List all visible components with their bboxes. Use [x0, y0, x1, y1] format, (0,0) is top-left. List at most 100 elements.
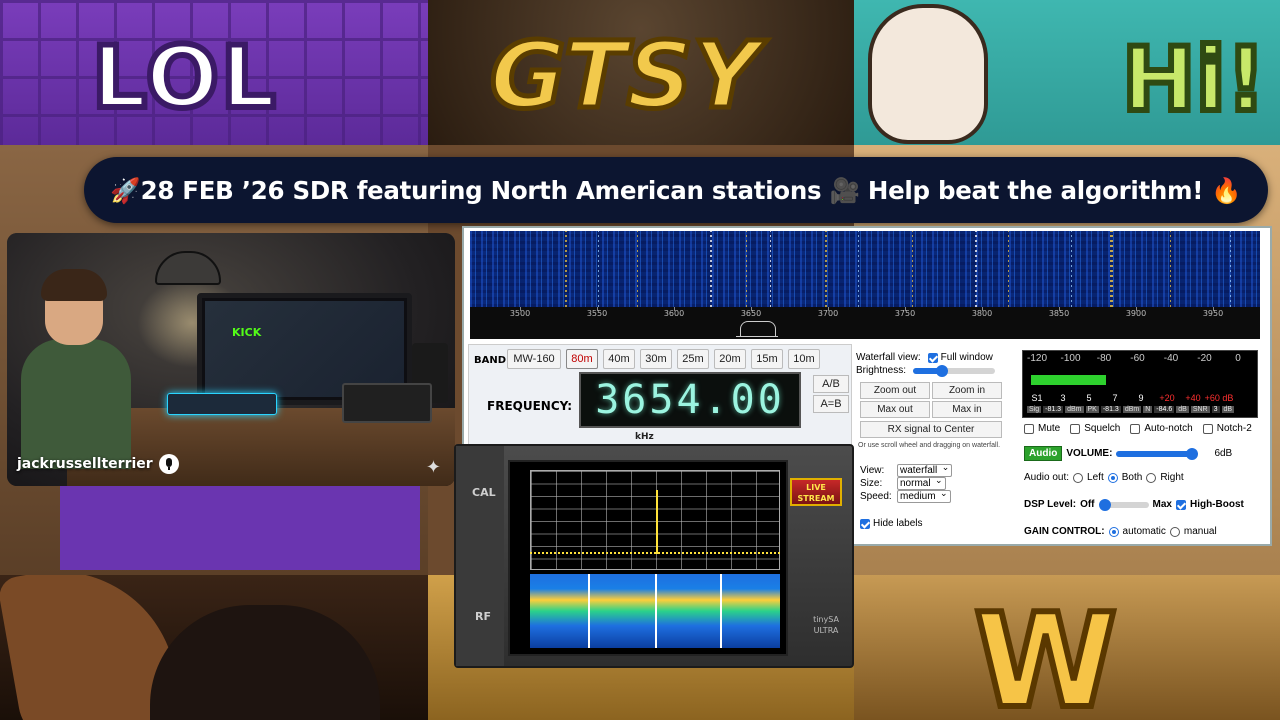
pk-value: -81.3 — [1100, 406, 1121, 413]
max-in-button[interactable]: Max in — [932, 401, 1002, 418]
frequency-label: FREQUENCY: — [487, 399, 573, 413]
pk-unit: dBm — [1122, 406, 1142, 413]
autonotch-checkbox[interactable] — [1130, 423, 1141, 434]
zoom-out-button[interactable]: Zoom out — [860, 382, 930, 399]
scale-label: 3500 — [509, 309, 531, 318]
hide-labels-label: Hide labels — [873, 518, 923, 529]
meter-audio-panel: Sig -81.3 dBm PK -81.3 dBm N -84.6 dB SN… — [1020, 346, 1270, 542]
notch2-checkbox[interactable] — [1202, 423, 1213, 434]
band-button[interactable]: 20m — [714, 349, 746, 369]
frequency-display[interactable]: 3654.00 — [579, 372, 801, 428]
high-boost-label: High-Boost — [1189, 499, 1244, 510]
dsp-max-label: Max — [1152, 499, 1172, 510]
gain-manual-radio[interactable] — [1169, 526, 1180, 537]
tinysa-waterfall — [530, 574, 780, 648]
s-meter-bottom-label: +20 — [1159, 393, 1175, 403]
s-meter-bottom-label: S1 — [1031, 393, 1043, 403]
size-select[interactable]: normal — [897, 475, 946, 490]
waterfall-view-panel: Waterfall view: Full window Brightness: … — [856, 350, 1016, 546]
notch2-label: Notch-2 — [1216, 423, 1252, 434]
hide-labels-checkbox[interactable] — [860, 518, 870, 529]
volume-slider[interactable] — [1116, 447, 1199, 460]
background-emote-w: W — [854, 575, 1280, 720]
zoom-in-button[interactable]: Zoom in — [932, 382, 1002, 399]
s-meter: Sig -81.3 dBm PK -81.3 dBm N -84.6 dB SN… — [1022, 350, 1258, 418]
streamer-username: jackrussellterrier — [17, 456, 153, 472]
stream-title-banner: 🚀28 FEB ’26 SDR featuring North American… — [84, 157, 1268, 223]
audio-left-radio[interactable] — [1073, 472, 1084, 483]
emote-hi-text: Hi! — [1119, 25, 1269, 134]
gain-automatic-radio[interactable] — [1108, 526, 1119, 537]
full-window-checkbox[interactable] — [927, 352, 938, 363]
s-meter-top-label: -100 — [1060, 353, 1081, 364]
s-meter-bottom-label: 9 — [1138, 393, 1144, 403]
full-window-label: Full window — [940, 352, 993, 363]
volume-value: 6dB — [1214, 448, 1233, 459]
passband-marker[interactable] — [736, 319, 778, 337]
view-select[interactable]: waterfall — [897, 462, 953, 477]
keyboard — [167, 393, 277, 415]
squelch-label: Squelch — [1084, 423, 1121, 434]
autonotch-label: Auto-notch — [1144, 423, 1193, 434]
band-button[interactable]: 80m — [566, 349, 598, 369]
background-emote-gtsy: GTSY — [428, 0, 854, 145]
emote-gtsy-text: GTSY — [488, 20, 763, 132]
frequency-value: 3654.00 — [595, 377, 785, 423]
scale-label: 3800 — [971, 309, 993, 318]
max-out-button[interactable]: Max out — [860, 401, 930, 418]
high-boost-checkbox[interactable] — [1175, 499, 1186, 510]
band-button[interactable]: 30m — [640, 349, 672, 369]
audio-out-label: Audio out: — [1024, 472, 1070, 483]
mute-checkbox[interactable] — [1024, 423, 1034, 434]
waterfall-display[interactable] — [470, 231, 1260, 307]
band-button[interactable]: 40m — [603, 349, 635, 369]
scale-label: 3850 — [1048, 309, 1070, 318]
ab-button[interactable]: A/B — [813, 375, 849, 393]
a-equals-b-button[interactable]: A=B — [813, 395, 849, 413]
waterfall-view-title: Waterfall view: — [856, 352, 921, 363]
emote-lol-text: LOL — [89, 25, 279, 131]
rf-port-label: RF — [475, 610, 491, 623]
audio-both-label: Both — [1121, 472, 1143, 483]
band-frequency-panel: BAND: MW-160 80m 40m 30m 25m 20m 15m 10m FREQUE… — [468, 344, 852, 448]
n-value: -84.6 — [1154, 406, 1175, 413]
spectrum-peak — [656, 490, 658, 554]
squelch-checkbox[interactable] — [1070, 423, 1081, 434]
band-button[interactable]: 25m — [677, 349, 709, 369]
band-button[interactable]: MW-160 — [507, 349, 561, 369]
pk-label: PK — [1085, 406, 1099, 413]
paw-icon — [868, 4, 988, 144]
s-meter-bottom-label: 7 — [1112, 393, 1118, 403]
sig-unit: dBm — [1065, 406, 1084, 413]
cal-port-label: CAL — [472, 486, 496, 499]
band-button[interactable]: 15m — [751, 349, 783, 369]
brightness-slider[interactable] — [913, 364, 996, 377]
s-meter-top-label: -40 — [1163, 353, 1179, 364]
scale-label: 3900 — [1125, 309, 1147, 318]
tinysa-brand: tinySA ULTRA — [813, 615, 839, 635]
scale-label: 3650 — [740, 309, 762, 318]
volume-label: VOLUME: — [1066, 448, 1113, 459]
audio-right-radio[interactable] — [1146, 472, 1157, 483]
scale-label: 3950 — [1202, 309, 1224, 318]
sparkle-icon: ✦ — [425, 457, 441, 478]
microphone-icon — [158, 454, 179, 474]
frequency-scale[interactable]: 3500 3550 3600 3650 3700 3750 3800 3850 3900 3950 — [470, 307, 1260, 339]
band-button[interactable]: 10m — [788, 349, 820, 369]
size-label: Size: — [860, 478, 883, 489]
dsp-level-slider[interactable] — [1098, 498, 1149, 511]
tinysa-spectrum-analyzer: CAL RF LIVE STREAM tinySA ULTRA — [454, 444, 854, 668]
audio-both-radio[interactable] — [1107, 472, 1118, 483]
ham-radio — [342, 383, 432, 423]
n-label: N — [1143, 406, 1153, 413]
audio-left-label: Left — [1087, 472, 1104, 483]
stream-title-text: 🚀28 FEB ’26 SDR featuring North American… — [110, 175, 1242, 205]
s-meter-bottom-label: 5 — [1086, 393, 1092, 403]
background-emote-hi: Hi! — [854, 0, 1280, 145]
s-meter-top-label: -60 — [1130, 353, 1145, 364]
audio-button[interactable]: Audio — [1024, 446, 1063, 461]
tinysa-screen — [508, 460, 788, 656]
rx-center-button[interactable]: RX signal to Center — [860, 421, 1002, 438]
speed-select[interactable]: medium — [897, 488, 951, 503]
live-stream-badge: LIVE STREAM — [790, 478, 842, 506]
